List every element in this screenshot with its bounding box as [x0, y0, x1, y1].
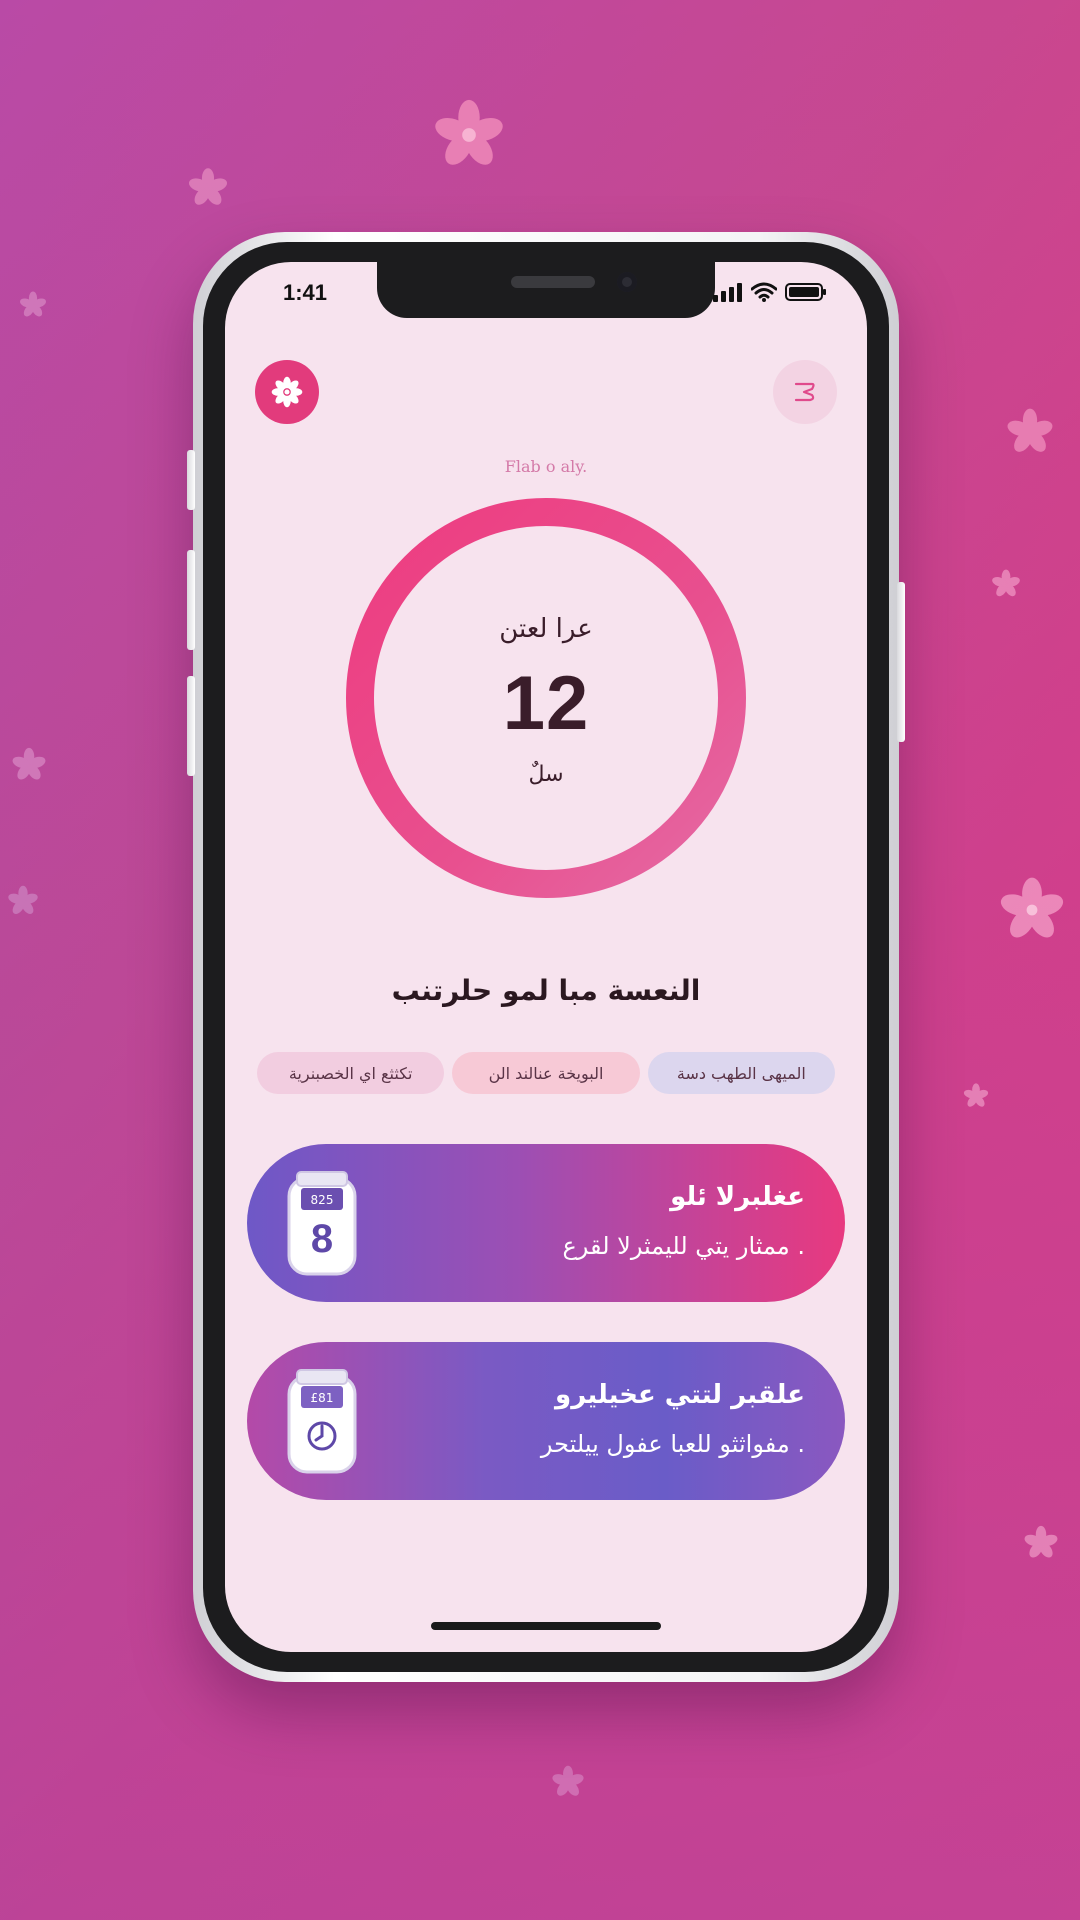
info-card-2[interactable]: £81 علقبر لتتي عخيليرو مفواثثو للعبا عفو… — [247, 1342, 845, 1500]
filter-chips: تكثثع اي الخصبنرية البويخة عنالند الن ال… — [257, 1052, 835, 1094]
section-title: النعسة مبا لمو حلرتنب — [391, 974, 701, 1007]
flower-icon — [996, 874, 1068, 946]
card-icon-header: £81 — [311, 1391, 334, 1405]
card-title: علقبر لتتي عخيليرو — [555, 1380, 805, 1410]
chip-2[interactable]: البويخة عنالند الن — [452, 1052, 640, 1094]
signal-icon — [713, 283, 742, 302]
volume-down-button — [187, 676, 195, 776]
calendar-timer-icon: £81 — [287, 1369, 357, 1474]
flower-icon — [962, 1082, 990, 1110]
speaker-grille — [511, 276, 595, 288]
flower-icon — [430, 96, 508, 174]
flower-icon — [1004, 406, 1056, 458]
card-subtitle: ممثار يتي لليمثرلا لقرع . — [562, 1232, 805, 1260]
flower-icon — [271, 376, 303, 408]
app-screen: 1:41 Flab o aly. عرا لعتن 12 سلٌ النعسة … — [225, 262, 867, 1652]
flower-icon — [18, 290, 48, 320]
flower-icon — [186, 166, 230, 210]
volume-up-button — [187, 550, 195, 650]
wifi-icon — [751, 282, 777, 302]
profile-button[interactable] — [773, 360, 837, 424]
card-title: عغلبرلا ئلو — [670, 1182, 805, 1212]
info-card-1[interactable]: 825 8 عغلبرلا ئلو ممثار يتي لليمثرلا لقر… — [247, 1144, 845, 1302]
flower-icon — [1022, 1524, 1060, 1562]
home-flower-button[interactable] — [255, 360, 319, 424]
cycle-label-bottom: سلٌ — [528, 762, 564, 787]
card-icon-value: 8 — [311, 1217, 333, 1261]
cycle-label-top: عرا لعتن — [499, 614, 593, 644]
chip-label: الميهى الطهب دسة — [676, 1063, 806, 1083]
front-camera — [617, 272, 637, 292]
status-time: 1:41 — [283, 280, 328, 305]
power-button — [897, 582, 905, 742]
cycle-day-number: 12 — [502, 661, 590, 746]
profile-icon — [794, 382, 815, 402]
notch — [377, 262, 715, 318]
flower-icon — [990, 568, 1022, 600]
flower-icon — [6, 884, 40, 918]
chip-label: تكثثع اي الخصبنرية — [288, 1063, 413, 1083]
calendar-icon: 825 8 — [287, 1171, 357, 1276]
status-icons — [713, 282, 827, 302]
card-icon-header: 825 — [311, 1193, 334, 1207]
chip-1[interactable]: تكثثع اي الخصبنرية — [257, 1052, 445, 1094]
silent-switch — [187, 450, 195, 510]
flower-icon — [10, 746, 48, 784]
battery-icon — [785, 283, 826, 301]
flower-icon — [550, 1764, 586, 1800]
home-indicator[interactable] — [431, 1622, 661, 1630]
header-caption: Flab o aly. — [504, 457, 588, 476]
chip-3[interactable]: الميهى الطهب دسة — [647, 1052, 835, 1094]
chip-label: البويخة عنالند الن — [488, 1063, 604, 1083]
phone-frame: 1:41 Flab o aly. عرا لعتن 12 سلٌ النعسة … — [187, 232, 905, 1682]
card-subtitle: مفواثثو للعبا عفول ييلتحر . — [540, 1430, 805, 1458]
